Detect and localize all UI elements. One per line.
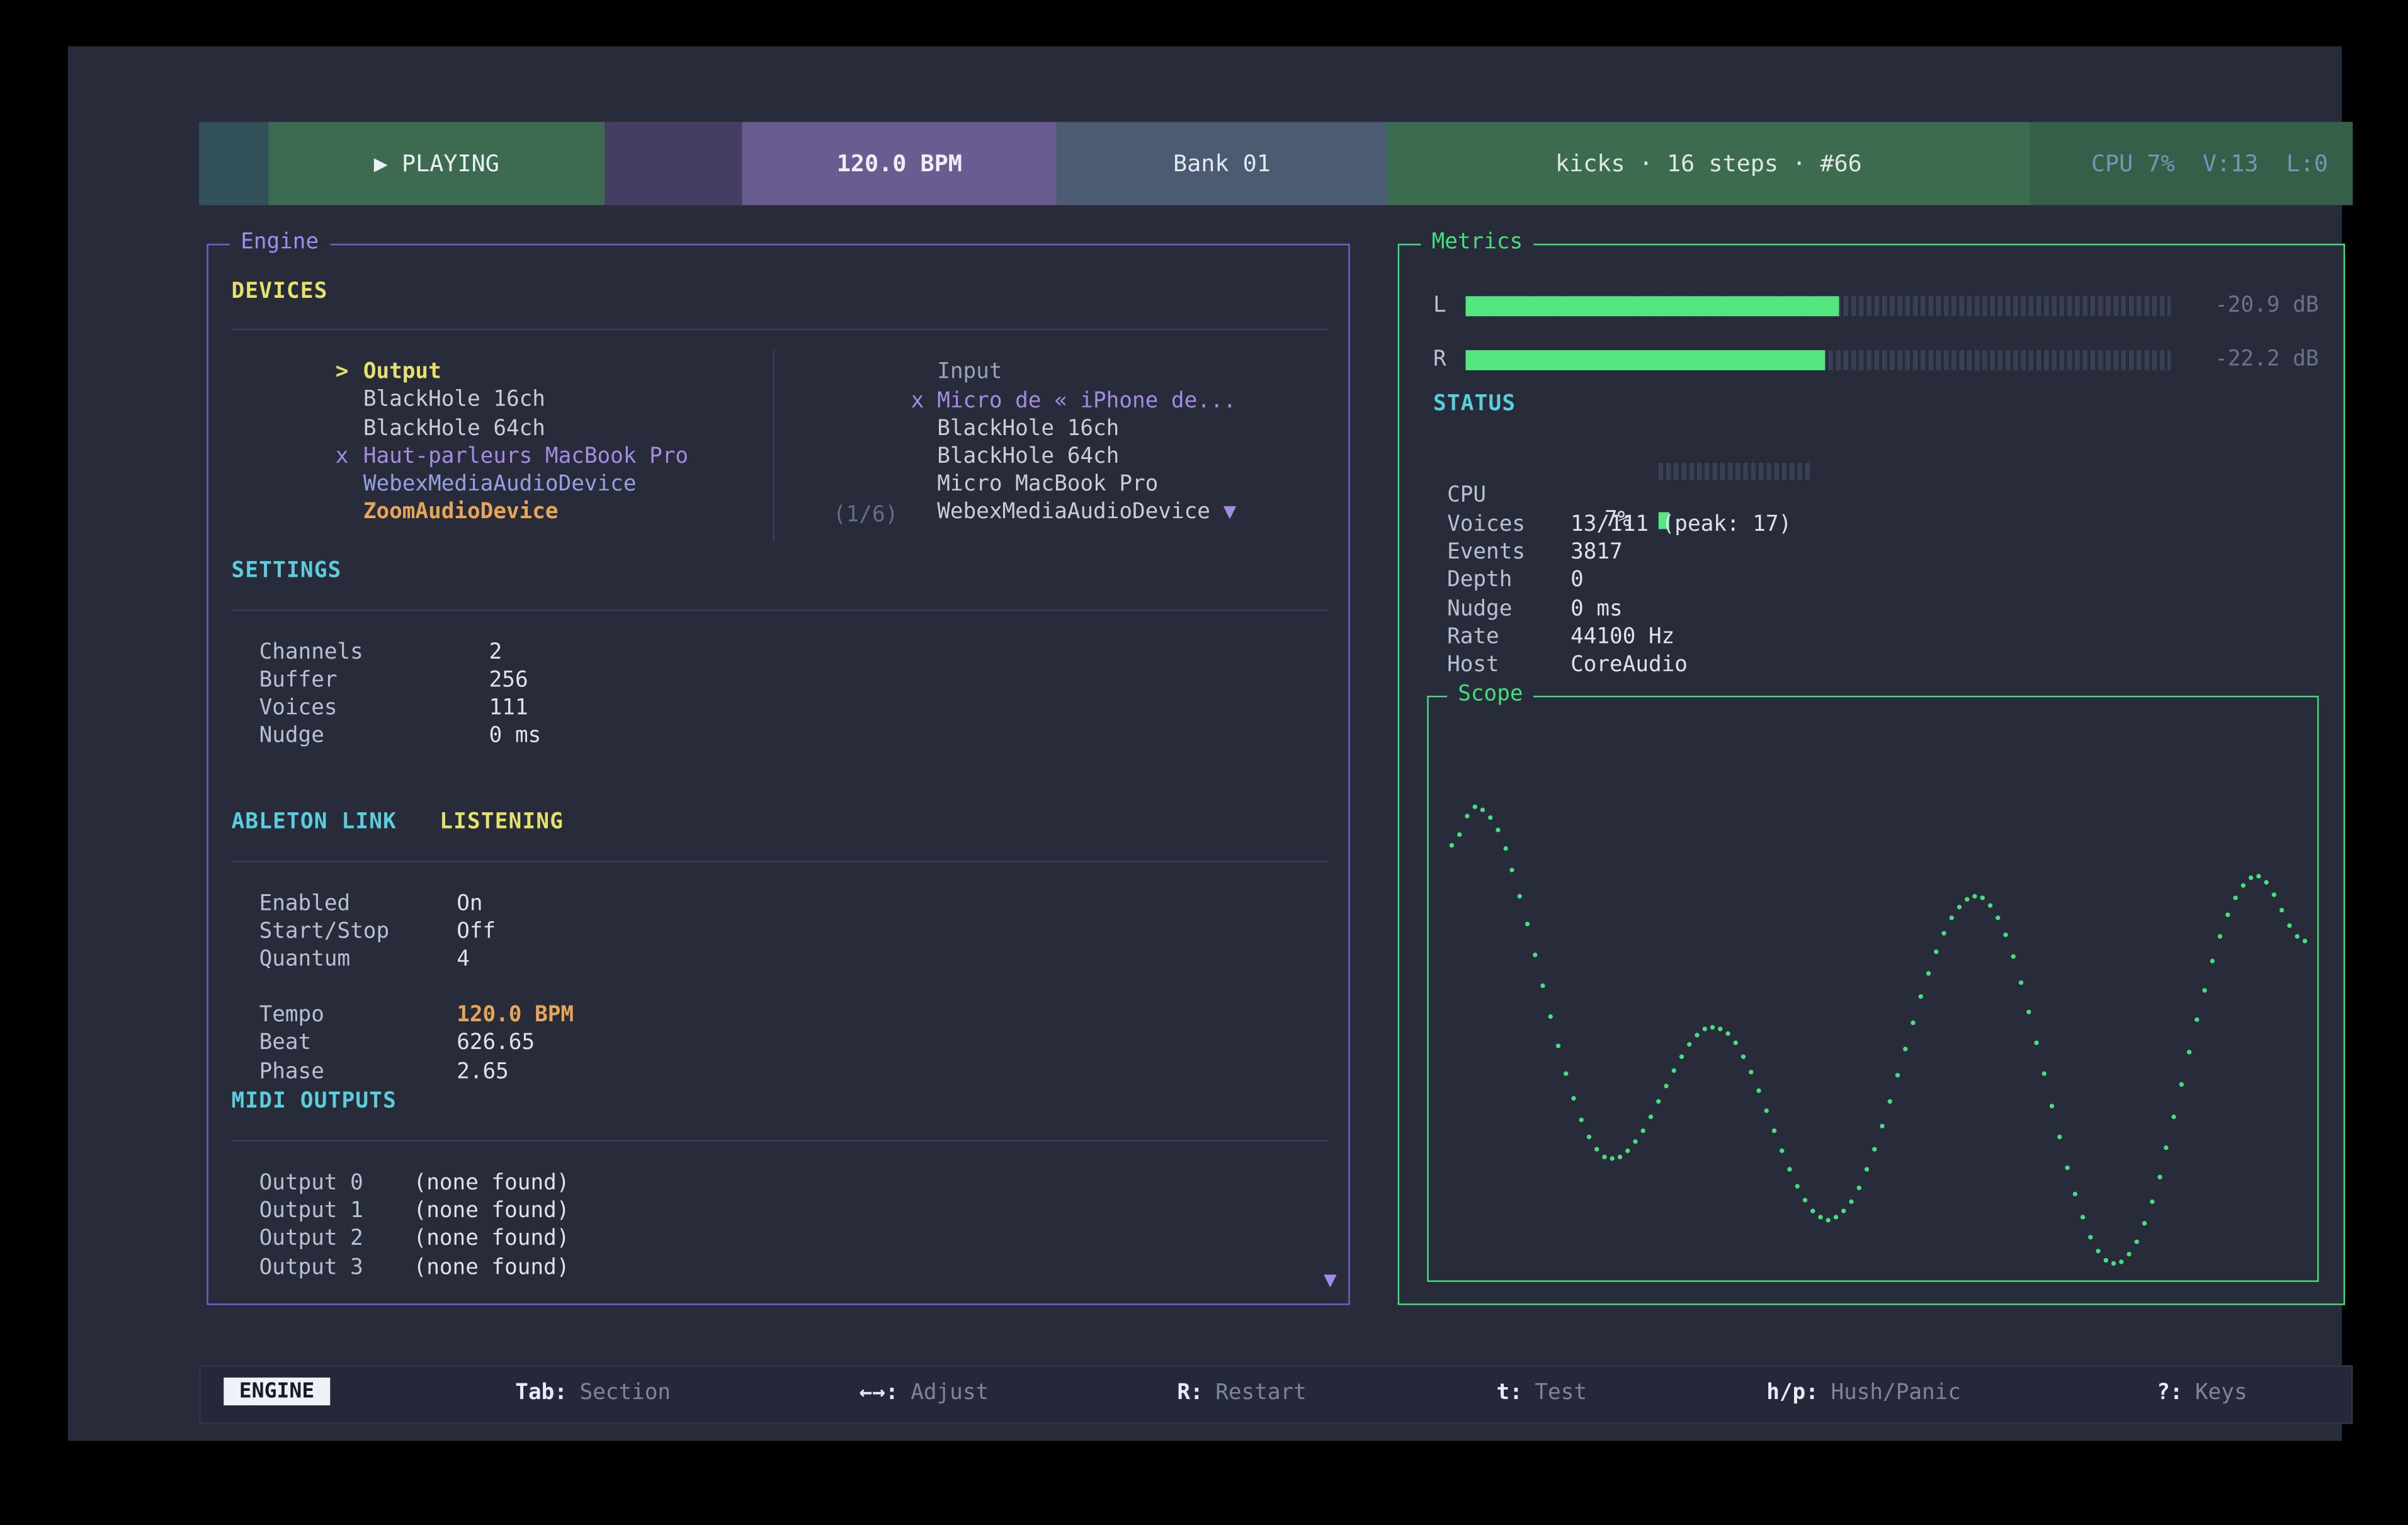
devices-header: DEVICES bbox=[232, 279, 328, 303]
output-device-option[interactable]: BlackHole 64ch bbox=[232, 392, 545, 419]
transport-status-segment: ▶ PLAYING bbox=[268, 122, 605, 205]
midi-output-row: Output 0(none found) bbox=[208, 1146, 1349, 1174]
link-phase-row: Phase2.65 bbox=[208, 1035, 1349, 1063]
meter-track bbox=[1466, 350, 2171, 370]
scroll-down-icon[interactable]: ▼ bbox=[1324, 1268, 1337, 1293]
dropdown-arrow-icon[interactable]: ▼ bbox=[1224, 500, 1237, 524]
shortcut-restart[interactable]: R:Restart bbox=[1177, 1381, 1306, 1405]
metrics-panel: Metrics L -20.9 dB R -22.2 dB STATUS CPU bbox=[1398, 244, 2345, 1305]
shortcut-test[interactable]: t:Test bbox=[1497, 1381, 1587, 1405]
system-stats-segment: CPU 7% V:13 L:0 bbox=[2030, 122, 2353, 205]
divider bbox=[232, 609, 1329, 611]
settings-header: SETTINGS bbox=[232, 558, 342, 583]
status-segment-blank bbox=[199, 122, 268, 205]
cpu-meter-track bbox=[1659, 463, 1813, 480]
status-bar: ▶ PLAYING 120.0 BPM Bank 01 kicks · 16 s… bbox=[199, 122, 2353, 205]
shortcut-keys[interactable]: ?:Keys bbox=[2157, 1381, 2247, 1405]
divider bbox=[232, 1140, 1329, 1142]
link-row[interactable]: Quantum4 bbox=[208, 922, 1349, 950]
meter-fill bbox=[1466, 350, 1826, 370]
output-device-option[interactable]: >Output bbox=[232, 335, 441, 363]
output-device-option[interactable]: ZoomAudioDevice bbox=[232, 475, 559, 503]
level-meter-right: R -22.2 dB bbox=[1399, 347, 2343, 375]
setting-row[interactable]: Buffer256 bbox=[208, 643, 1349, 671]
divider bbox=[232, 329, 1329, 330]
input-device-option[interactable]: Micro MacBook Pro bbox=[807, 448, 1158, 475]
input-device-option[interactable]: WebexMediaAudioDevice ▼ bbox=[807, 475, 1236, 503]
bpm-segment: 120.0 BPM bbox=[742, 122, 1057, 205]
input-page-indicator: (1/6) bbox=[833, 503, 898, 531]
input-device-option[interactable]: BlackHole 16ch bbox=[807, 392, 1119, 419]
status-row-nudge: Nudge0 ms bbox=[1399, 572, 2343, 600]
input-column-header: Input bbox=[807, 335, 1002, 363]
shortcut-adjust[interactable]: ←→:Adjust bbox=[860, 1381, 989, 1405]
meter-value: -20.9 dB bbox=[2215, 293, 2319, 318]
input-device-option[interactable]: BlackHole 64ch bbox=[807, 419, 1119, 447]
output-device-option[interactable]: WebexMediaAudioDevice bbox=[232, 448, 637, 475]
status-row-voices: Voices13/111 (peak: 17) bbox=[1399, 487, 2343, 515]
engine-panel: Engine DEVICES >Output BlackHole 16ch Bl… bbox=[207, 244, 1349, 1305]
midi-output-row: Output 2(none found) bbox=[208, 1202, 1349, 1230]
midi-output-row: Output 3(none found) bbox=[208, 1231, 1349, 1259]
status-header: STATUS bbox=[1433, 392, 1516, 416]
metrics-panel-title: Metrics bbox=[1421, 230, 1533, 254]
output-device-option[interactable]: xHaut-parleurs MacBook Pro bbox=[232, 419, 689, 447]
status-row-events: Events3817 bbox=[1399, 515, 2343, 543]
link-row[interactable]: EnabledOn bbox=[208, 867, 1349, 895]
shortcut-hush-panic[interactable]: h/p:Hush/Panic bbox=[1766, 1381, 1961, 1405]
setting-row[interactable]: Voices111 bbox=[208, 671, 1349, 699]
shortcut-section[interactable]: Tab:Section bbox=[515, 1381, 671, 1405]
bank-segment: Bank 01 bbox=[1057, 122, 1387, 205]
link-beat-row: Beat626.65 bbox=[208, 1006, 1349, 1033]
status-segment-spacer bbox=[605, 122, 742, 205]
mode-badge: ENGINE bbox=[224, 1378, 330, 1405]
midi-outputs-header: MIDI OUTPUTS bbox=[232, 1089, 397, 1114]
status-row-rate: Rate44100 Hz bbox=[1399, 600, 2343, 628]
status-row-host: HostCoreAudio bbox=[1399, 628, 2343, 655]
app-window: ▶ PLAYING 120.0 BPM Bank 01 kicks · 16 s… bbox=[68, 47, 2342, 1441]
midi-output-row: Output 1(none found) bbox=[208, 1174, 1349, 1201]
app-root: ▶ PLAYING 120.0 BPM Bank 01 kicks · 16 s… bbox=[0, 0, 2408, 1525]
level-meter-left: L -20.9 dB bbox=[1399, 293, 2343, 321]
link-row[interactable]: Start/StopOff bbox=[208, 895, 1349, 922]
setting-row[interactable]: Channels2 bbox=[208, 616, 1349, 643]
status-row-cpu: CPU 7% bbox=[1399, 458, 2343, 486]
ableton-link-header: ABLETON LINK bbox=[232, 810, 397, 834]
divider bbox=[232, 861, 1329, 862]
scope-wave bbox=[1432, 700, 2314, 1277]
link-state-badge: LISTENING bbox=[440, 810, 564, 834]
link-tempo-row[interactable]: Tempo120.0 BPM bbox=[208, 978, 1349, 1006]
status-row-depth: Depth0 bbox=[1399, 543, 2343, 570]
meter-track bbox=[1466, 296, 2171, 316]
scope-panel: Scope bbox=[1427, 696, 2319, 1282]
setting-row[interactable]: Nudge0 ms bbox=[208, 699, 1349, 727]
meter-fill bbox=[1466, 296, 1839, 316]
input-device-option[interactable]: xMicro de « iPhone de... bbox=[807, 364, 1236, 392]
meter-value: -22.2 dB bbox=[2215, 347, 2319, 371]
engine-panel-title: Engine bbox=[230, 230, 329, 254]
pattern-info-segment: kicks · 16 steps · #66 bbox=[1387, 122, 2031, 205]
footer-bar: ENGINE Tab:Section ←→:Adjust R:Restart t… bbox=[199, 1365, 2353, 1424]
output-device-option[interactable]: BlackHole 16ch bbox=[232, 363, 545, 390]
column-divider bbox=[773, 350, 774, 541]
